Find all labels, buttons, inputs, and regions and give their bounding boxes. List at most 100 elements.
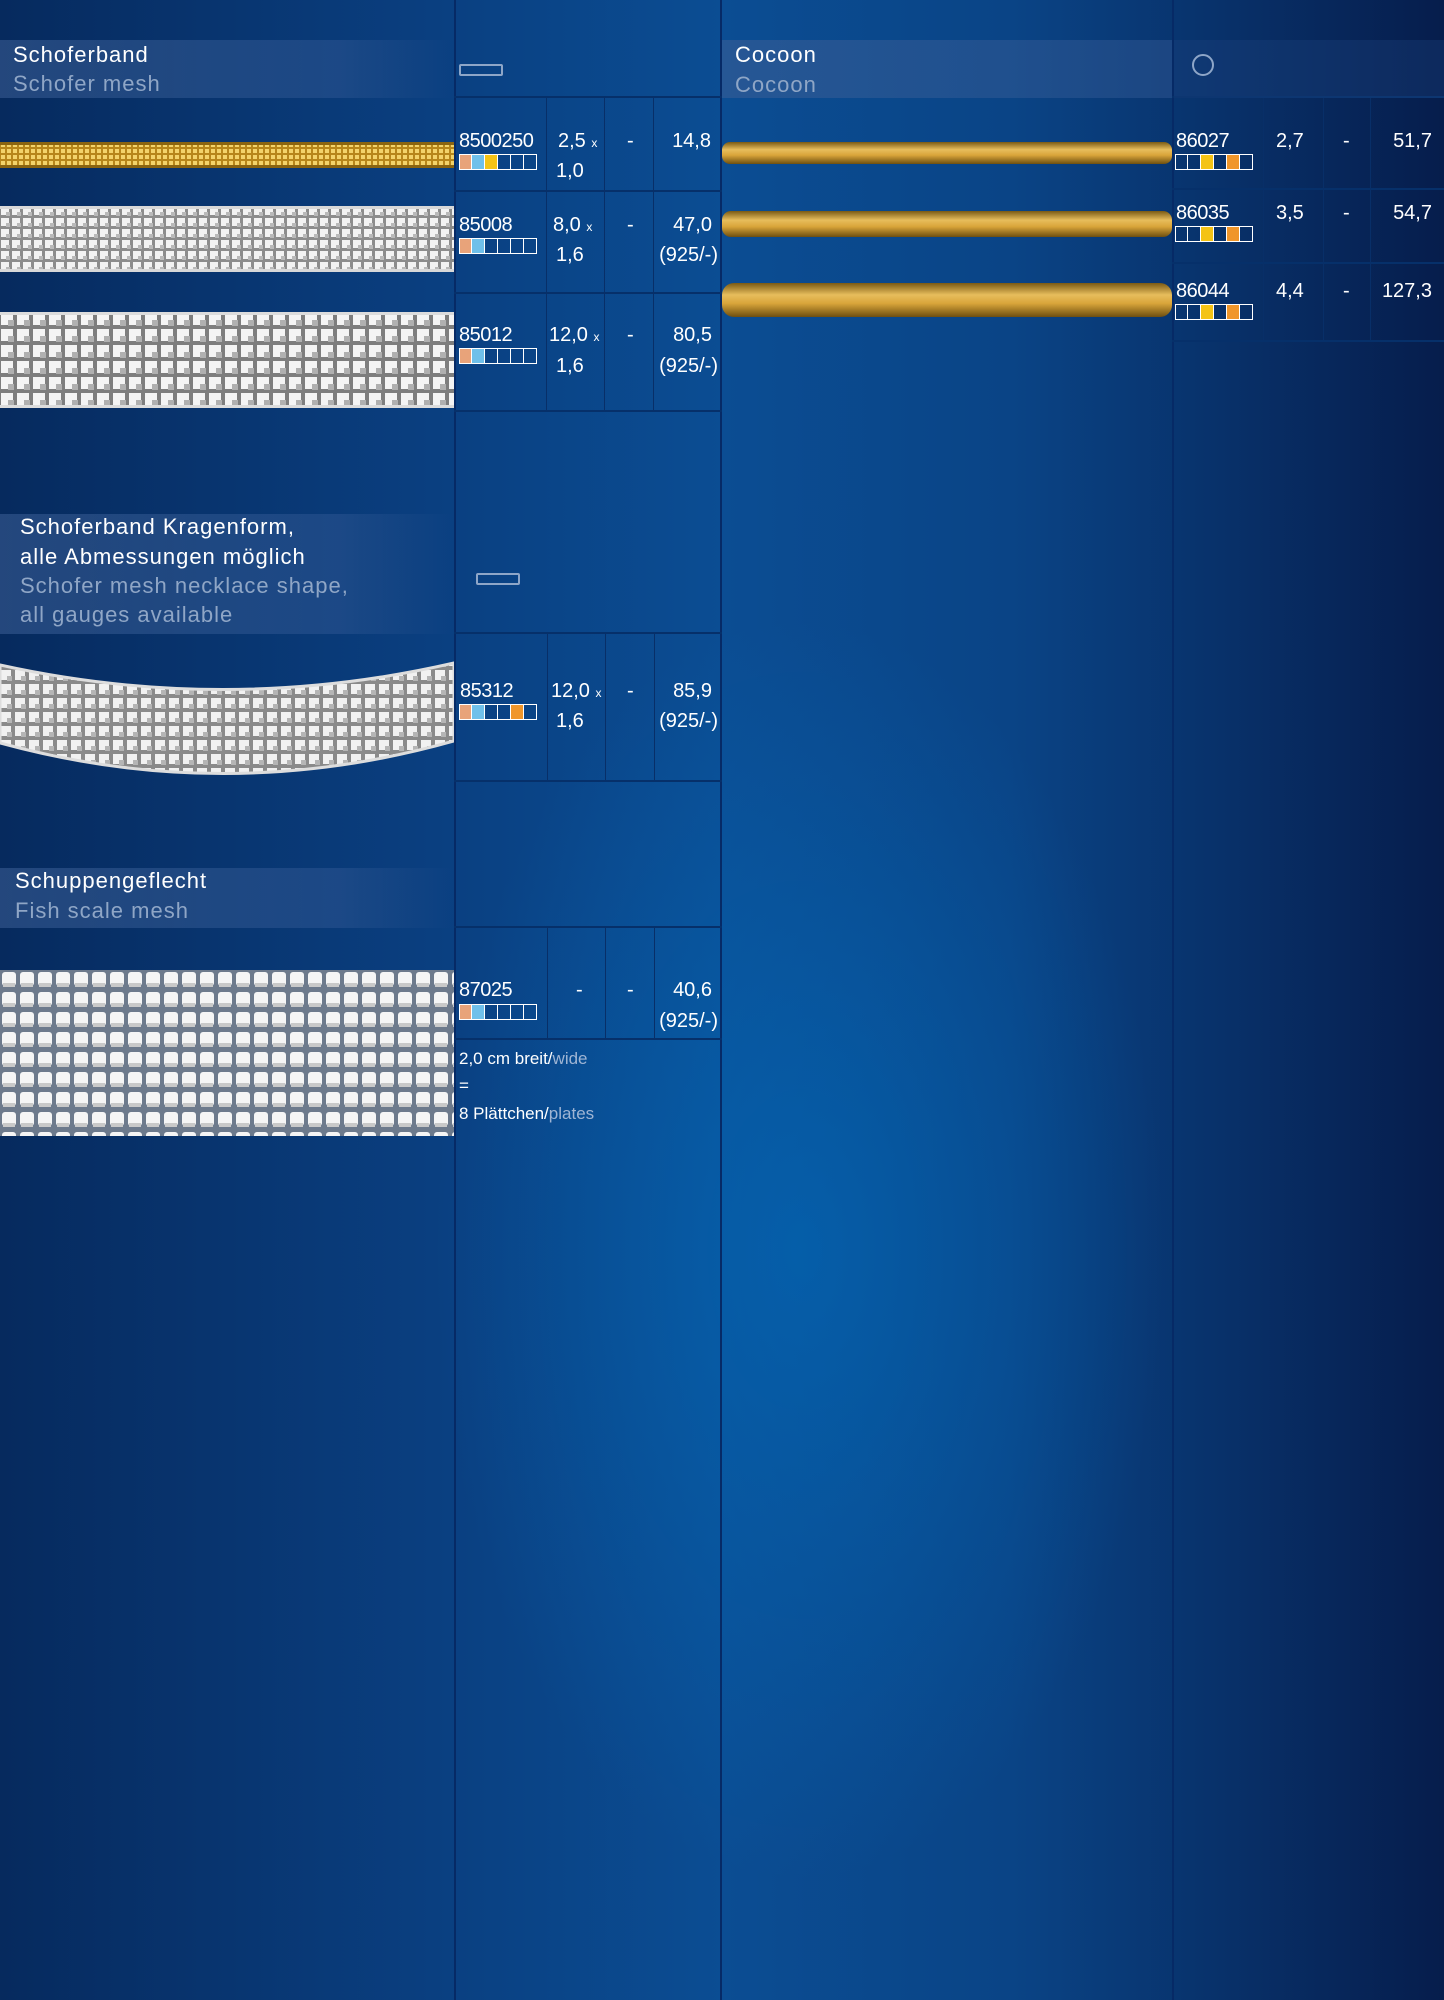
cell-divider <box>546 98 547 410</box>
material-swatch <box>1240 227 1253 241</box>
row-divider <box>454 926 722 928</box>
material-swatches <box>459 1004 537 1020</box>
material-swatches <box>459 704 537 720</box>
dash-value: - <box>627 214 634 236</box>
section-header-kragenform: Schoferband Kragenform, alle Abmessungen… <box>0 514 454 634</box>
cell-divider <box>547 634 548 780</box>
row-divider <box>454 1038 722 1040</box>
width-note: 8 Plättchen/plates <box>459 1104 595 1123</box>
dash-value: - <box>627 680 634 702</box>
material-swatch <box>1214 227 1227 241</box>
gold-cord-image <box>722 142 1172 164</box>
dash-value: - <box>1343 202 1350 224</box>
section-header-schoferband: Schoferband Schofer mesh <box>0 40 454 98</box>
price-value: 54,7 <box>1393 202 1432 224</box>
material-swatch <box>511 239 524 253</box>
thickness-value: 1,0 <box>556 160 584 182</box>
thickness-value: 1,6 <box>556 244 584 266</box>
cell-divider <box>605 634 606 780</box>
material-swatch <box>1188 155 1201 169</box>
material-swatch <box>498 155 511 169</box>
cocoon-header-extension <box>1174 40 1444 98</box>
dash-value: - <box>1343 280 1350 302</box>
material-swatch <box>1175 155 1188 169</box>
section-header-schuppengeflecht: Schuppengeflecht Fish scale mesh <box>0 868 454 928</box>
diameter-value: 4,4 <box>1276 280 1304 302</box>
material-swatch <box>511 349 524 363</box>
material-swatch <box>1201 227 1214 241</box>
row-divider <box>454 632 722 634</box>
material-swatch <box>524 349 537 363</box>
material-swatch <box>472 155 485 169</box>
material-swatch <box>459 239 472 253</box>
section-title: Cocoon <box>735 42 817 67</box>
material-swatch <box>472 239 485 253</box>
width-value: - <box>576 979 583 1001</box>
row-divider <box>454 96 722 98</box>
material-swatch <box>524 239 537 253</box>
material-swatch <box>485 705 498 719</box>
material-swatch <box>498 1005 511 1019</box>
article-number: 86044 <box>1176 280 1230 302</box>
price-value: 14,8 <box>672 130 711 152</box>
material-swatch <box>485 155 498 169</box>
material-swatch <box>459 1005 472 1019</box>
diameter-value: 2,7 <box>1276 130 1304 152</box>
material-swatch <box>511 155 524 169</box>
material-swatch <box>472 349 485 363</box>
article-number: 86035 <box>1176 202 1230 224</box>
section-title: Schuppengeflecht <box>15 868 208 893</box>
dash-value: - <box>1343 130 1350 152</box>
circle-profile-icon <box>1192 54 1214 76</box>
thickness-value: 1,6 <box>556 710 584 732</box>
fish-scale-mesh-image <box>0 970 454 1136</box>
material-swatch <box>1188 227 1201 241</box>
alloy-value: (925/-) <box>659 710 718 732</box>
width-value: 2,5 x <box>558 130 598 152</box>
material-swatch <box>1188 305 1201 319</box>
material-swatch <box>1201 305 1214 319</box>
column-divider <box>454 0 456 2000</box>
necklace-mesh-image <box>0 661 454 775</box>
gold-cord-image <box>722 211 1172 237</box>
article-number: 87025 <box>459 979 513 1001</box>
material-swatch <box>459 155 472 169</box>
price-value: 80,5 <box>673 324 712 346</box>
gold-mesh-image <box>0 142 454 168</box>
material-swatch <box>498 349 511 363</box>
material-swatches <box>459 154 537 170</box>
material-swatch <box>524 1005 537 1019</box>
silver-mesh-image <box>0 312 454 408</box>
section-subtitle: Schofer mesh <box>13 71 161 96</box>
material-swatch <box>1175 227 1188 241</box>
diameter-value: 3,5 <box>1276 202 1304 224</box>
material-swatch <box>459 349 472 363</box>
width-note: 2,0 cm breit/wide <box>459 1049 588 1068</box>
material-swatch <box>1227 155 1240 169</box>
dash-value: - <box>627 130 634 152</box>
material-swatch <box>472 1005 485 1019</box>
material-swatches <box>1175 154 1253 170</box>
material-swatch <box>524 705 537 719</box>
material-swatch <box>1175 305 1188 319</box>
material-swatches <box>459 238 537 254</box>
price-value: 47,0 <box>673 214 712 236</box>
material-swatch <box>1214 155 1227 169</box>
section-title: Schoferband Kragenform, <box>20 514 295 539</box>
alloy-value: (925/-) <box>659 244 718 266</box>
section-subtitle: Schofer mesh necklace shape, <box>20 573 349 598</box>
article-number: 85008 <box>459 214 513 236</box>
article-number: 85012 <box>459 324 513 346</box>
width-value: 12,0 x <box>551 680 602 702</box>
section-title: alle Abmessungen möglich <box>20 544 306 569</box>
row-divider <box>454 410 722 412</box>
article-number: 86027 <box>1176 130 1230 152</box>
cell-divider <box>1323 98 1324 340</box>
material-swatch <box>498 705 511 719</box>
dash-value: - <box>627 979 634 1001</box>
rectangle-profile-icon <box>476 573 520 585</box>
section-subtitle: all gauges available <box>20 602 234 627</box>
row-divider <box>1172 262 1444 264</box>
gold-cord-image <box>722 283 1172 317</box>
material-swatch <box>472 705 485 719</box>
